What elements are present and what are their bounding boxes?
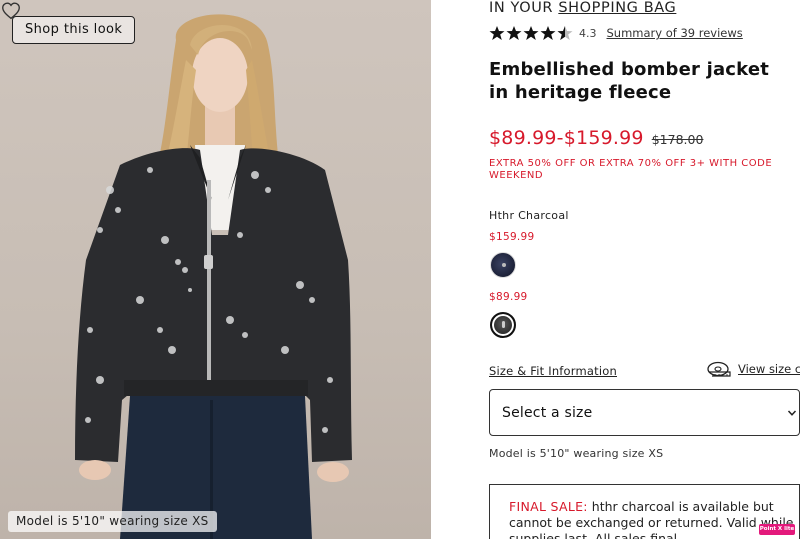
promo-message: EXTRA 50% OFF OR EXTRA 70% OFF 3+ WITH C… bbox=[489, 158, 773, 181]
star-rating bbox=[489, 25, 573, 41]
price-row: $89.99-$159.99 $178.00 bbox=[489, 127, 703, 149]
final-sale-text: FINAL SALE: hthr charcoal is available b… bbox=[509, 499, 800, 539]
size-select[interactable]: Select a size bbox=[489, 389, 800, 436]
bag-prefix: IN YOUR bbox=[489, 0, 554, 16]
original-price: $178.00 bbox=[651, 132, 704, 147]
sale-price-range: $89.99-$159.99 bbox=[489, 127, 644, 149]
product-image[interactable]: Shop this look Model is 5'10" wearing si… bbox=[0, 0, 431, 539]
final-sale-label: FINAL SALE: bbox=[509, 499, 588, 514]
final-sale-notice: FINAL SALE: hthr charcoal is available b… bbox=[489, 484, 800, 539]
model-size-note: Model is 5'10" wearing size XS bbox=[489, 447, 664, 460]
product-title: Embellished bomber jacket in heritage fl… bbox=[489, 59, 770, 103]
shop-this-look-button[interactable]: Shop this look bbox=[12, 16, 136, 44]
size-select-placeholder: Select a size bbox=[502, 405, 593, 421]
shopping-bag-link[interactable]: SHOPPING BAG bbox=[558, 0, 676, 16]
color-swatch-charcoal[interactable] bbox=[490, 312, 516, 338]
swatch-price-2: $89.99 bbox=[489, 291, 528, 303]
rating-row: 4.3 Summary of 39 reviews bbox=[489, 25, 743, 41]
model-photo bbox=[75, 14, 352, 539]
size-fit-info-link[interactable]: Size & Fit Information bbox=[489, 364, 617, 378]
view-size-chart-link[interactable]: View size ch bbox=[706, 360, 800, 378]
product-details: IN YOUR SHOPPING BAG 4.3 Summary of 39 r… bbox=[489, 0, 800, 539]
heart-icon[interactable] bbox=[0, 0, 22, 22]
color-swatch-navy[interactable] bbox=[490, 252, 516, 278]
size-chart-label: View size ch bbox=[738, 362, 800, 376]
stars-icon bbox=[489, 26, 573, 40]
swatch-price-1: $159.99 bbox=[489, 231, 535, 243]
tape-measure-icon bbox=[707, 361, 731, 377]
reviews-summary-link[interactable]: Summary of 39 reviews bbox=[607, 26, 743, 40]
chevron-down-icon bbox=[787, 410, 797, 416]
selected-color-name: Hthr Charcoal bbox=[489, 209, 569, 222]
rating-value: 4.3 bbox=[579, 26, 597, 40]
model-caption: Model is 5'10" wearing size XS bbox=[8, 511, 217, 532]
point-x-lite-badge[interactable]: Point X lite bbox=[759, 524, 795, 535]
in-your-bag-notice: IN YOUR SHOPPING BAG bbox=[489, 0, 676, 17]
